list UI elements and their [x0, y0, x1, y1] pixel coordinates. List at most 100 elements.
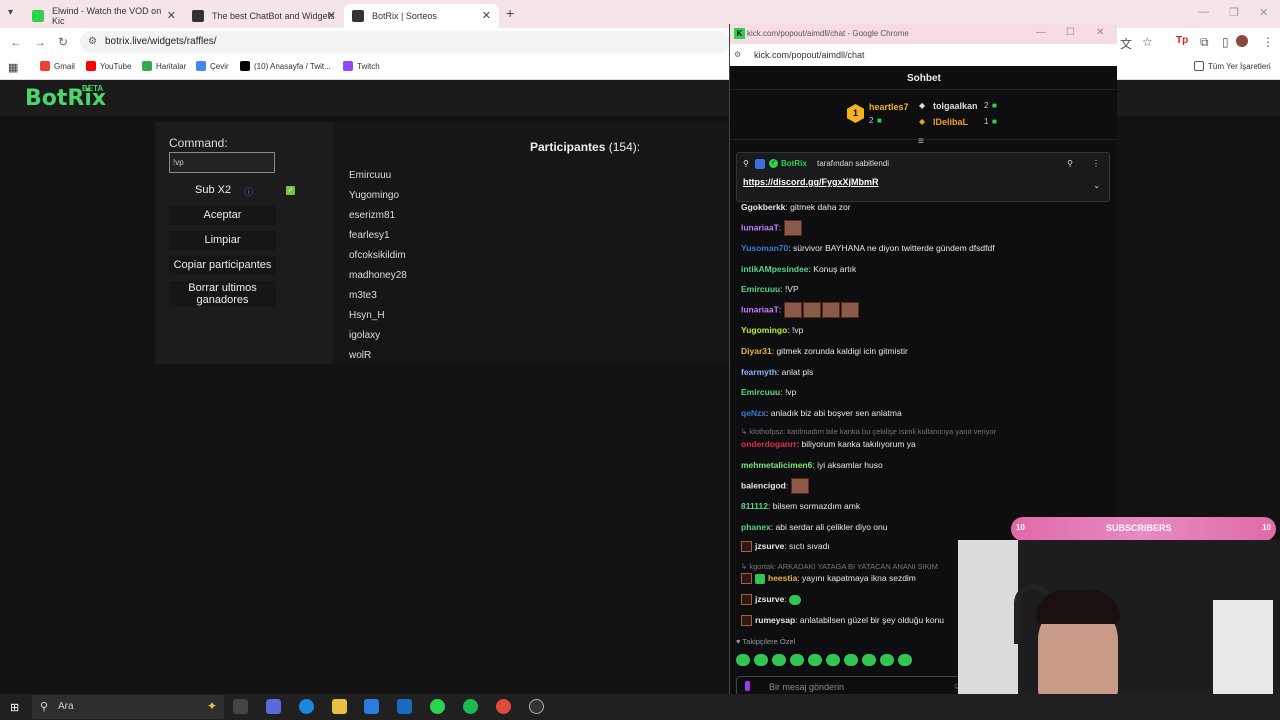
new-tab-button[interactable]: +	[506, 5, 514, 21]
bookmark-maps[interactable]: Haritalar	[142, 61, 186, 71]
task-view-icon[interactable]	[233, 699, 248, 714]
close-icon[interactable]: ✕	[1096, 27, 1104, 38]
site-info-icon[interactable]: ⚙	[88, 36, 97, 47]
emote-icon[interactable]	[808, 654, 822, 666]
close-icon[interactable]: ✕	[167, 9, 176, 22]
chrome-icon[interactable]	[496, 699, 511, 714]
copy-participants-button[interactable]: Copiar participantes	[169, 256, 276, 275]
gift-icon: ■	[992, 117, 997, 126]
outlook-icon[interactable]	[397, 699, 412, 714]
tab-title: The best ChatBot and Widgets	[212, 11, 335, 21]
apps-grid-icon[interactable]: ▦	[8, 61, 18, 74]
emote-icon[interactable]	[880, 654, 894, 666]
url-field[interactable]: ⚙ botrix.live/widgets/raffles/	[80, 31, 730, 53]
bookmark-gmail[interactable]: Gmail	[40, 61, 75, 71]
expand-icon[interactable]: ≡	[918, 136, 924, 147]
tab-title: BotRix | Sorteos	[372, 11, 437, 21]
leaderboard-name[interactable]: tolgaalkan	[933, 101, 978, 111]
accept-button[interactable]: Aceptar	[169, 206, 276, 225]
gift-leaderboard: 1 heartles7 2 ■ ◆ tolgaalkan 2 ■ ◆ IDeli…	[730, 90, 1117, 147]
windows-start-icon[interactable]: ⊞	[10, 701, 19, 714]
popup-title-bar: K kick.com/popout/aimdll/chat - Google C…	[730, 24, 1117, 44]
translate-icon	[196, 61, 206, 71]
taskbar-search[interactable]: ⚲ Ara ✦	[32, 695, 224, 719]
emote-icon[interactable]	[736, 654, 750, 666]
chevron-down-icon[interactable]: ⌄	[1093, 181, 1100, 190]
bookmark-star-icon[interactable]: ☆	[1142, 35, 1153, 49]
x-icon	[240, 61, 250, 71]
leaderboard-name[interactable]: IDelibaL	[933, 117, 968, 127]
bookmark-youtube[interactable]: YouTube	[86, 61, 131, 71]
emote-icon	[790, 478, 809, 494]
copilot-icon[interactable]	[266, 699, 281, 714]
webcam-feed	[958, 540, 1280, 698]
list-item: fearlesy1	[349, 230, 390, 241]
popup-title: kick.com/popout/aimdll/chat - Google Chr…	[747, 29, 909, 38]
delete-last-winners-button[interactable]: Borrar ultimos ganadores	[169, 281, 276, 307]
forward-icon[interactable]: →	[34, 35, 46, 49]
command-input[interactable]: !vp	[169, 152, 275, 173]
emote-icon[interactable]	[862, 654, 876, 666]
list-item: madhoney28	[349, 270, 407, 281]
minimize-icon[interactable]: —	[1036, 27, 1046, 38]
tab-search-icon[interactable]: ▾	[8, 7, 13, 18]
subscriber-badge-icon	[741, 615, 752, 627]
chat-message-input[interactable]: Bir mesaj gönderin ☺	[736, 676, 962, 696]
close-icon[interactable]: ✕	[327, 9, 336, 22]
pinned-link[interactable]: https://discord.gg/FygxXjMbmR	[743, 177, 879, 187]
tab-elwind[interactable]: Elwind - Watch the VOD on Kic ✕	[24, 4, 184, 28]
gmail-icon	[40, 61, 50, 71]
extension-icon[interactable]: Tp	[1176, 35, 1188, 46]
chat-message: Emircuuu: !vp	[741, 387, 797, 397]
emote-icon[interactable]	[844, 654, 858, 666]
chat-message: qeNzx: anladık biz abi boşver sen anlatm…	[741, 408, 902, 418]
bookmark-twitch[interactable]: Twitch	[343, 61, 380, 71]
obs-icon[interactable]	[529, 699, 544, 714]
tab-botrix-sorteos[interactable]: BotRix | Sorteos ✕	[344, 4, 499, 28]
more-options-icon[interactable]: ⋮	[1092, 159, 1100, 168]
clear-button[interactable]: Limpiar	[169, 231, 276, 250]
store-icon[interactable]	[364, 699, 379, 714]
maximize-icon[interactable]: ❐	[1229, 6, 1239, 19]
subs-label: SUBSCRIBERS	[1106, 523, 1172, 533]
tab-title: Elwind - Watch the VOD on Kic	[51, 6, 162, 26]
back-icon[interactable]: ←	[10, 35, 22, 49]
twitch-icon	[343, 61, 353, 71]
reload-icon[interactable]: ↻	[58, 35, 68, 49]
extensions-puzzle-icon[interactable]: ⧉	[1200, 35, 1209, 50]
emote-icon[interactable]	[898, 654, 912, 666]
info-icon[interactable]: ⓘ	[244, 185, 253, 198]
close-window-icon[interactable]: ✕	[1259, 6, 1268, 19]
sidepanel-icon[interactable]: ▯	[1222, 35, 1229, 49]
profile-avatar[interactable]	[1236, 35, 1248, 47]
kick-app-icon[interactable]	[430, 699, 445, 714]
chat-message: lunariaaT:	[741, 302, 860, 318]
site-info-icon[interactable]: ⚙	[734, 50, 741, 59]
edge-icon[interactable]	[299, 699, 314, 714]
emote-icon[interactable]	[826, 654, 840, 666]
subs-current: 10	[1016, 523, 1025, 532]
pinned-by-user[interactable]: BotRix	[781, 159, 807, 168]
tab-chatbot[interactable]: The best ChatBot and Widgets ✕	[184, 4, 344, 28]
spotify-icon[interactable]	[463, 699, 478, 714]
minimize-icon[interactable]: —	[1198, 6, 1209, 18]
list-item: ofcoksikildim	[349, 250, 406, 261]
emote-icon[interactable]	[790, 654, 804, 666]
bookmark-translate[interactable]: Çevir	[196, 61, 229, 71]
verified-icon: ✓	[769, 159, 778, 168]
unpin-icon[interactable]: ⚲	[1067, 159, 1073, 168]
menu-kebab-icon[interactable]: ⋮	[1262, 35, 1274, 49]
leaderboard-name[interactable]: heartles7	[869, 102, 909, 112]
all-bookmarks[interactable]: Tüm Yer İşaretleri	[1194, 61, 1271, 71]
bookmark-twitter[interactable]: (10) Anasayfa / Twit...	[240, 61, 331, 71]
translate-icon[interactable]: 文	[1120, 35, 1132, 52]
emote-icon[interactable]	[772, 654, 786, 666]
chat-header: Sohbet	[730, 66, 1117, 90]
search-label: Ara	[58, 701, 74, 712]
folder-icon	[1194, 61, 1204, 71]
close-icon[interactable]: ✕	[482, 9, 491, 22]
emote-icon[interactable]	[754, 654, 768, 666]
sub-x2-checkbox[interactable]: ✓	[286, 186, 295, 195]
file-explorer-icon[interactable]	[332, 699, 347, 714]
maximize-icon[interactable]: ☐	[1066, 27, 1075, 38]
